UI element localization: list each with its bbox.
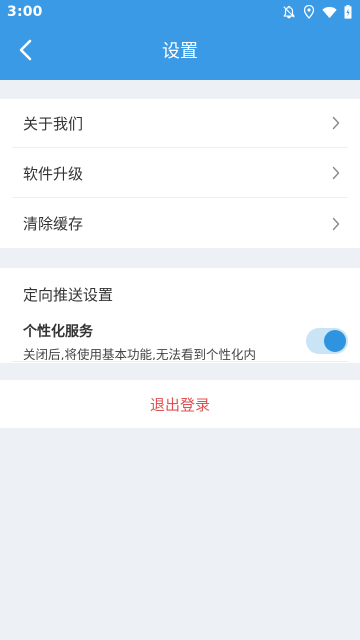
status-time: 3:00 xyxy=(7,4,43,20)
menu-item-clear-cache[interactable]: 清除缓存 xyxy=(12,199,348,248)
toggle-knob xyxy=(324,330,346,352)
battery-charging-icon xyxy=(344,5,352,19)
logout-button[interactable]: 退出登录 xyxy=(0,380,360,428)
menu-item-label: 关于我们 xyxy=(23,114,84,133)
menu-item-software-upgrade[interactable]: 软件升级 xyxy=(12,149,348,198)
personalized-service-description: 关闭后,将使用基本功能,无法看到个性化内 xyxy=(23,347,256,360)
push-settings-title: 定向推送设置 xyxy=(23,286,114,304)
push-settings-card: 定向推送设置 个性化服务 关闭后,将使用基本功能,无法看到个性化内 xyxy=(0,268,360,363)
notifications-off-icon xyxy=(282,5,296,19)
status-icons xyxy=(282,5,352,19)
chevron-right-icon xyxy=(332,217,340,231)
location-icon xyxy=(303,5,315,19)
status-bar: 3:00 xyxy=(0,0,360,24)
divider xyxy=(12,361,348,362)
wifi-icon xyxy=(322,6,337,19)
page-title: 设置 xyxy=(162,41,198,62)
chevron-right-icon xyxy=(332,166,340,180)
personalized-service-toggle[interactable] xyxy=(306,328,348,354)
menu-card: 关于我们 软件升级 清除缓存 xyxy=(0,99,360,248)
menu-item-label: 清除缓存 xyxy=(23,215,84,233)
menu-item-label: 软件升级 xyxy=(23,164,84,183)
chevron-right-icon xyxy=(332,116,340,130)
personalized-service-title: 个性化服务 xyxy=(23,324,93,340)
app-bar: 设置 xyxy=(0,24,360,80)
logout-label: 退出登录 xyxy=(149,395,210,414)
menu-item-about-us[interactable]: 关于我们 xyxy=(12,99,348,148)
